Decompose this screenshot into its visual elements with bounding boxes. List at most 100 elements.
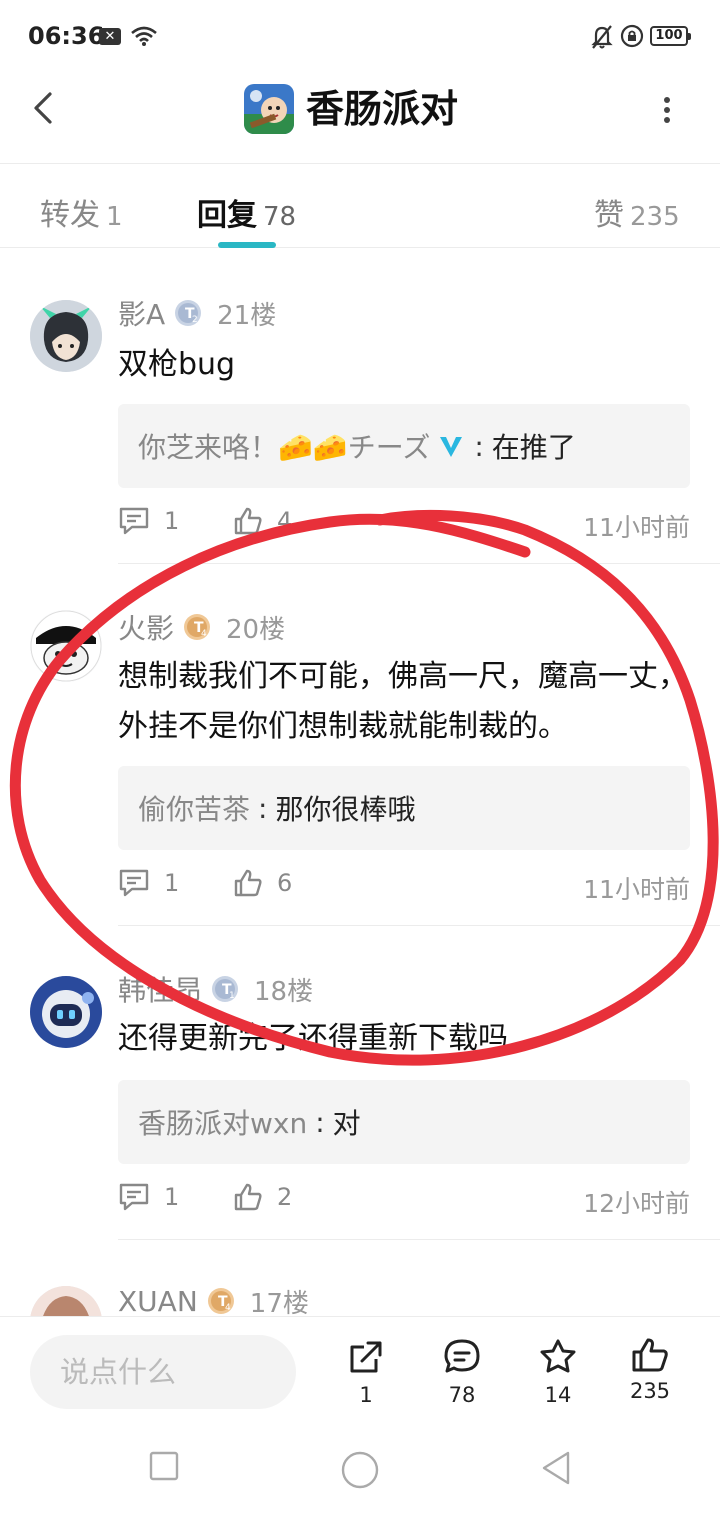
like-post-button[interactable]: 235 [620, 1337, 680, 1403]
comment-text: 还得更新完了还得重新下载吗 [118, 1021, 508, 1056]
user-name[interactable]: 影A [118, 293, 165, 333]
comment-text: 想制裁我们不可能，佛高一尺，魔高一丈，外挂不是你们想制裁就能制裁的。 [118, 659, 688, 744]
level-badge-icon: T 4 [184, 614, 211, 640]
comments-button[interactable]: 78 [432, 1337, 492, 1407]
comment-icon [119, 1183, 149, 1211]
comment-list[interactable]: 影A T 2 21楼 双枪bug 你芝来咯！🧀🧀チーズ : 在推了 1 4 11… [0, 248, 720, 1316]
avatar[interactable] [30, 300, 102, 372]
tab-like[interactable]: 赞 235 [594, 190, 680, 234]
svg-text:1: 1 [229, 991, 235, 1001]
comment-count: 1 [164, 507, 180, 535]
svg-text:2: 2 [192, 315, 198, 325]
like-count: 4 [277, 507, 293, 535]
like-count: 2 [277, 1183, 293, 1211]
tab-count: 78 [263, 202, 297, 232]
svg-text:4: 4 [225, 1303, 231, 1313]
user-line: 火影 T 4 20楼 [118, 607, 286, 647]
thumbs-up-icon [632, 1338, 668, 1372]
share-button[interactable]: 1 [336, 1337, 396, 1407]
comment-count: 1 [164, 1183, 180, 1211]
back-triangle-icon[interactable] [538, 1450, 574, 1486]
bottom-action-bar: 说点什么 1 78 14 235 [0, 1316, 720, 1426]
comment-reply-button[interactable]: 1 [118, 868, 179, 898]
reply-text: 在推了 [491, 431, 576, 464]
like-button[interactable]: 4 [233, 506, 292, 536]
reply-user: 你芝来咯！🧀🧀チーズ [138, 431, 431, 464]
comment-item: 影A T 2 21楼 双枪bug 你芝来咯！🧀🧀チーズ : 在推了 1 4 11… [0, 248, 720, 564]
reply-user: 香肠派对wxn [138, 1107, 308, 1140]
comment-time: 11小时前 [583, 875, 690, 904]
tab-reply[interactable]: 回复 78 [197, 190, 296, 234]
reply-preview[interactable]: 香肠派对wxn : 对 [118, 1080, 690, 1164]
reply-user: 偷你苦茶 [138, 793, 251, 826]
thumbs-up-icon [234, 869, 262, 897]
comment-icon [119, 507, 149, 535]
wifi-icon [131, 26, 157, 46]
comment-actions: 1 4 11小时前 [118, 506, 690, 546]
comment-input[interactable]: 说点什么 [30, 1335, 296, 1409]
user-name[interactable]: 火影 [118, 607, 174, 647]
notification-icon: ✕ [99, 28, 121, 45]
recents-square-icon[interactable] [148, 1450, 180, 1482]
level-badge-icon: T 1 [212, 976, 239, 1002]
comment-time: 11小时前 [583, 513, 690, 542]
status-bar: 06:36 ✕ 100 [0, 0, 720, 72]
user-name[interactable]: 韩佳昂 [118, 969, 202, 1009]
home-circle-icon[interactable] [340, 1450, 380, 1490]
level-badge-icon: T 4 [207, 1288, 234, 1314]
favorite-button[interactable]: 14 [528, 1337, 588, 1407]
comment-reply-button[interactable]: 1 [118, 506, 179, 536]
avatar[interactable] [30, 976, 102, 1048]
reply-separator: : [474, 429, 484, 463]
reply-preview[interactable]: 偷你苦茶 : 那你很棒哦 [118, 766, 690, 850]
status-time: 06:36 [28, 22, 105, 50]
comment-item: 韩佳昂 T 1 18楼 还得更新完了还得重新下载吗 香肠派对wxn : 对 1 … [0, 926, 720, 1240]
tab-label: 赞 [594, 198, 624, 233]
tab-count: 235 [630, 202, 680, 232]
tab-label: 转发 [40, 198, 100, 233]
share-count: 1 [359, 1383, 373, 1407]
comment-icon [119, 869, 149, 897]
level-badge-icon: T 2 [175, 300, 202, 326]
floor-number: 17楼 [249, 1288, 309, 1317]
game-logo [244, 84, 294, 134]
comment-text: 双枪bug [118, 347, 236, 382]
mute-bell-icon [591, 25, 613, 49]
like-total: 235 [629, 1379, 671, 1403]
comments-total: 78 [448, 1383, 476, 1407]
comment-bubble-icon [444, 1339, 480, 1373]
user-line: 韩佳昂 T 1 18楼 [118, 969, 314, 1009]
svg-text:4: 4 [201, 629, 207, 639]
reply-text: 对 [332, 1107, 361, 1140]
floor-number: 20楼 [226, 614, 286, 645]
back-arrow-icon[interactable] [22, 86, 66, 130]
user-name[interactable]: XUAN [118, 1285, 198, 1317]
reply-preview[interactable]: 你芝来咯！🧀🧀チーズ : 在推了 [118, 404, 690, 488]
favorite-count: 14 [544, 1383, 572, 1407]
thumbs-up-icon [234, 1183, 262, 1211]
avatar[interactable] [30, 610, 102, 682]
avatar[interactable] [30, 1286, 102, 1316]
battery-indicator: 100 [650, 26, 691, 46]
more-menu-icon[interactable] [652, 90, 682, 130]
comment-actions: 1 6 11小时前 [118, 868, 690, 908]
like-button[interactable]: 6 [233, 868, 292, 898]
verified-v-icon [440, 437, 463, 457]
like-button[interactable]: 2 [233, 1182, 292, 1212]
share-icon [350, 1341, 382, 1373]
user-line: XUAN T 4 17楼 [118, 1284, 309, 1317]
comment-reply-button[interactable]: 1 [118, 1182, 179, 1212]
reply-separator: : [315, 1105, 325, 1139]
like-count: 6 [277, 869, 293, 897]
tab-count: 1 [106, 202, 123, 232]
comment-item: XUAN T 4 17楼 [0, 1240, 720, 1316]
comment-actions: 1 2 12小时前 [118, 1182, 690, 1222]
page-title: 香肠派对 [306, 87, 459, 131]
floor-number: 18楼 [254, 976, 314, 1007]
comment-count: 1 [164, 869, 180, 897]
tab-label: 回复 [197, 198, 257, 233]
reply-text: 那你很棒哦 [275, 793, 416, 826]
rotation-lock-icon [620, 24, 644, 48]
tab-repost[interactable]: 转发 1 [40, 190, 123, 234]
reply-separator: : [258, 791, 268, 825]
